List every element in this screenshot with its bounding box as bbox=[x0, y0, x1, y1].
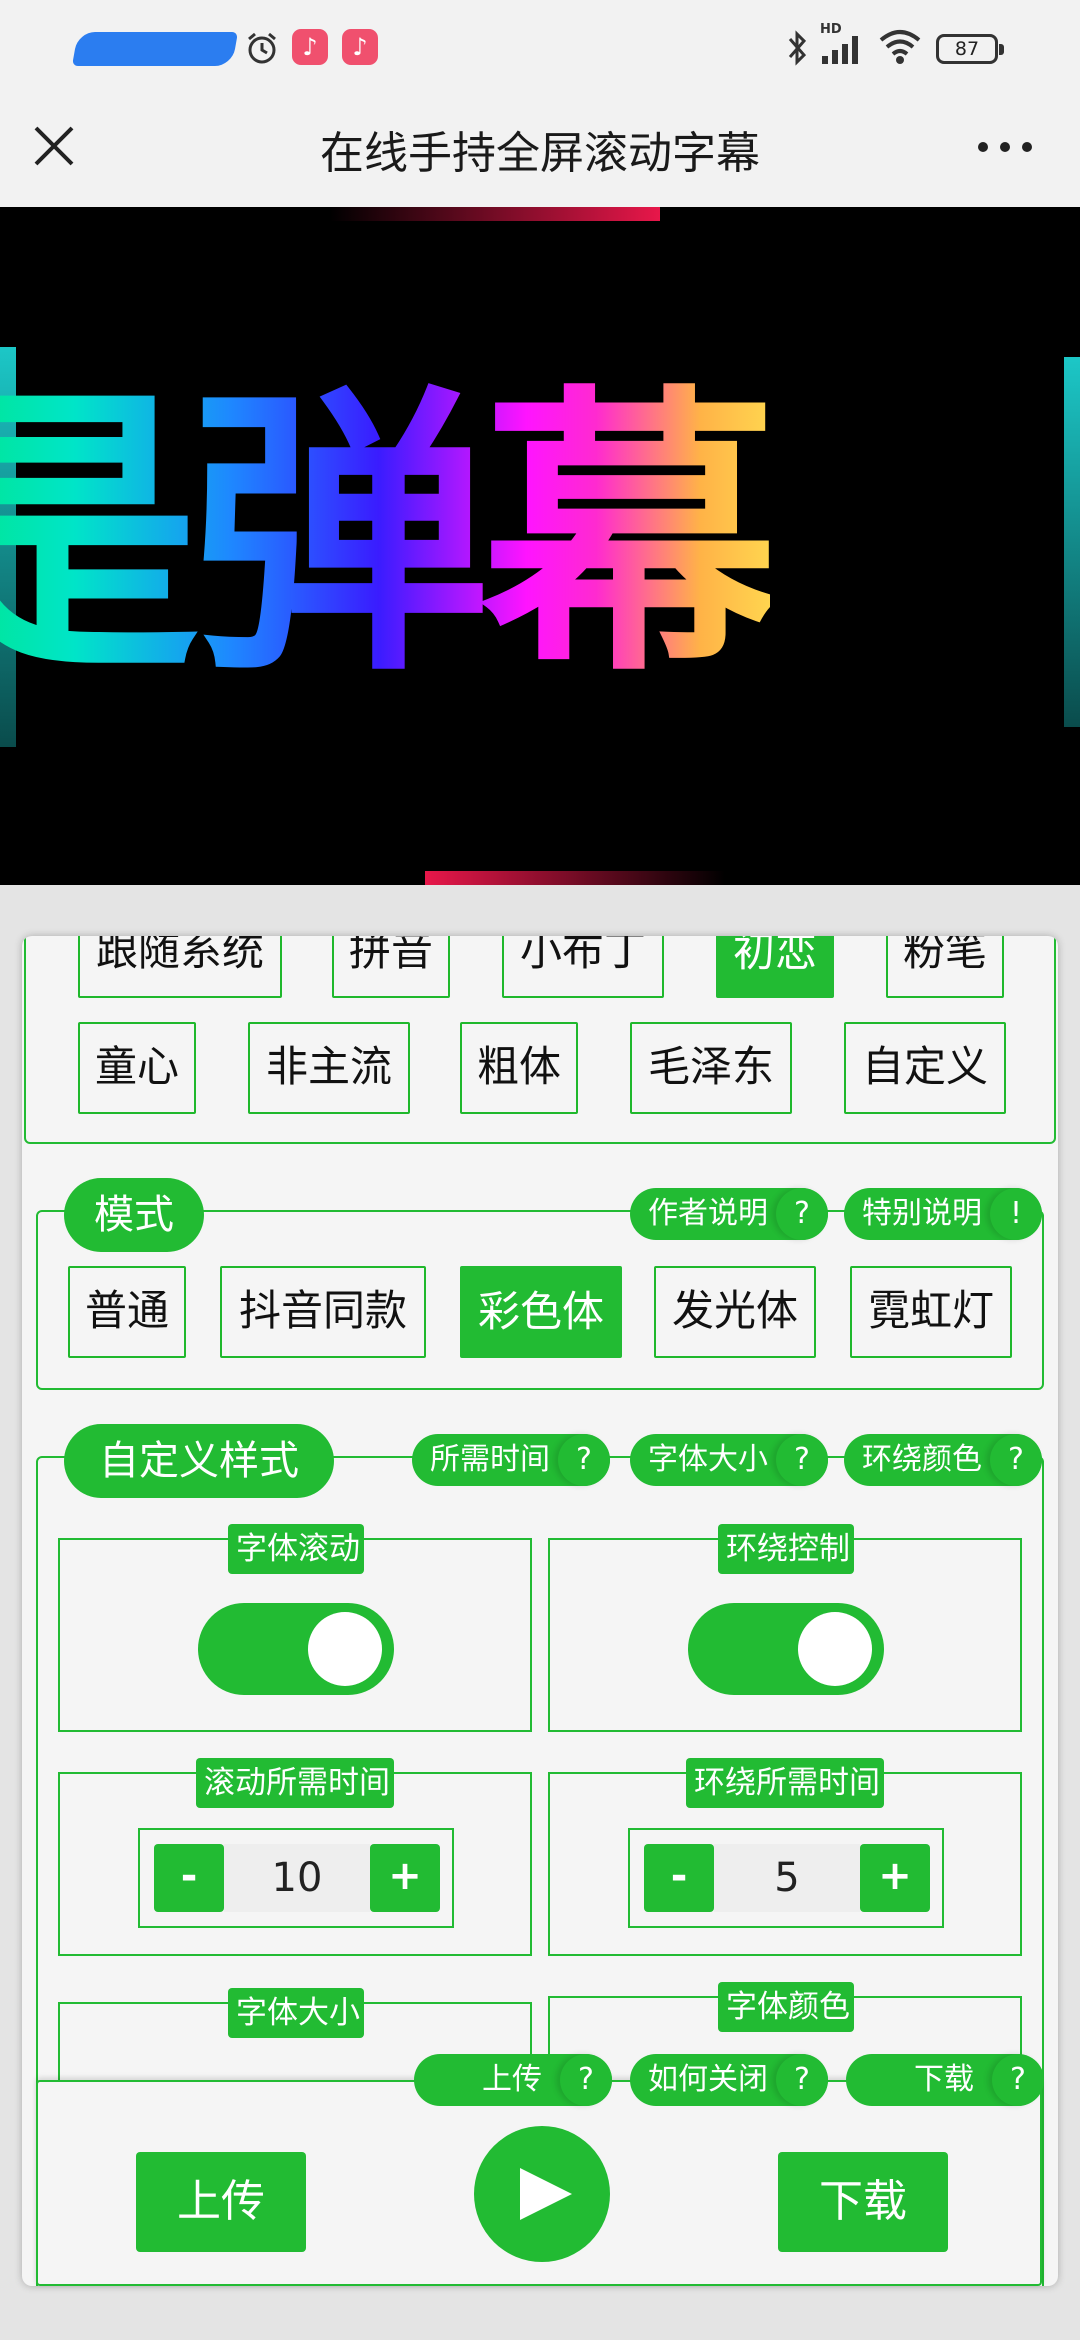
play-icon bbox=[520, 2168, 572, 2220]
question-icon: ? bbox=[560, 2054, 612, 2106]
subtitle-preview: 是弹幕 bbox=[0, 207, 1080, 885]
help-label: 下载 bbox=[914, 2062, 974, 2097]
font-option[interactable]: 毛泽东 bbox=[630, 1022, 792, 1114]
preview-glow-edge bbox=[1064, 357, 1080, 727]
battery-indicator: 87 bbox=[936, 34, 1004, 64]
author-note-button[interactable]: 作者说明 ? bbox=[630, 1188, 828, 1240]
time-help-button[interactable]: 所需时间 ? bbox=[412, 1434, 610, 1486]
upload-help-button[interactable]: 上传 ? bbox=[414, 2054, 612, 2106]
download-help-button[interactable]: 下载 ? bbox=[846, 2054, 1044, 2106]
font-option[interactable]: 非主流 bbox=[248, 1022, 410, 1114]
preview-accent-line bbox=[425, 871, 725, 885]
font-option[interactable]: 粉笔 bbox=[886, 936, 1004, 998]
tiktok-app-icon: ♪ bbox=[292, 29, 328, 65]
close-help-button[interactable]: 如何关闭 ? bbox=[630, 2054, 828, 2106]
wifi-icon bbox=[879, 30, 921, 64]
help-label: 上传 bbox=[482, 2062, 542, 2097]
mode-option[interactable]: 霓虹灯 bbox=[850, 1266, 1012, 1358]
mode-title: 模式 bbox=[64, 1178, 204, 1252]
scroll-time-label: 滚动所需时间 bbox=[196, 1758, 394, 1808]
increment-button[interactable]: + bbox=[370, 1844, 440, 1912]
alarm-clock-icon bbox=[248, 32, 276, 64]
tiktok-app-icon: ♪ bbox=[342, 29, 378, 65]
scroll-time-stepper: - 10 + bbox=[138, 1828, 454, 1928]
mode-option[interactable]: 发光体 bbox=[654, 1266, 816, 1358]
toggle-knob bbox=[798, 1612, 872, 1686]
decrement-button[interactable]: - bbox=[644, 1844, 714, 1912]
help-label: 作者说明 bbox=[648, 1196, 768, 1231]
scroll-toggle[interactable] bbox=[198, 1603, 394, 1695]
bluetooth-icon bbox=[788, 30, 807, 66]
font-size-label: 字体大小 bbox=[228, 1988, 364, 2038]
font-option[interactable]: 小布丁 bbox=[502, 936, 664, 998]
wrap-time-value[interactable]: 5 bbox=[714, 1844, 860, 1912]
question-icon: ? bbox=[990, 1434, 1042, 1486]
close-icon[interactable] bbox=[30, 122, 78, 170]
play-button[interactable] bbox=[474, 2126, 610, 2262]
wrap-toggle[interactable] bbox=[688, 1603, 884, 1695]
redacted-carrier-mark bbox=[72, 32, 238, 66]
upload-button[interactable]: 上传 bbox=[136, 2152, 306, 2252]
custom-style-title: 自定义样式 bbox=[64, 1424, 334, 1498]
special-note-button[interactable]: 特别说明 ! bbox=[844, 1188, 1042, 1240]
question-icon: ? bbox=[992, 2054, 1044, 2106]
font-option[interactable]: 粗体 bbox=[460, 1022, 578, 1114]
wrap-time-stepper: - 5 + bbox=[628, 1828, 944, 1928]
help-label: 所需时间 bbox=[430, 1442, 550, 1477]
question-icon: ? bbox=[776, 1188, 828, 1240]
mode-option-selected[interactable]: 彩色体 bbox=[460, 1266, 622, 1358]
font-color-label: 字体颜色 bbox=[718, 1982, 854, 2032]
font-option[interactable]: 童心 bbox=[78, 1022, 196, 1114]
wrap-toggle-label: 环绕控制 bbox=[718, 1524, 854, 1574]
exclamation-icon: ! bbox=[990, 1188, 1042, 1240]
scroll-time-value[interactable]: 10 bbox=[224, 1844, 370, 1912]
help-label: 特别说明 bbox=[862, 1196, 982, 1231]
preview-accent-line bbox=[330, 207, 660, 221]
more-options-icon[interactable] bbox=[975, 135, 1035, 159]
question-icon: ? bbox=[776, 2054, 828, 2106]
page-title: 在线手持全屏滚动字幕 bbox=[320, 128, 760, 179]
help-label: 环绕颜色 bbox=[862, 1442, 982, 1477]
wrap-time-label: 环绕所需时间 bbox=[686, 1758, 884, 1808]
signal-icon: HD bbox=[820, 22, 866, 66]
font-option[interactable]: 自定义 bbox=[844, 1022, 1006, 1114]
mode-option[interactable]: 抖音同款 bbox=[220, 1266, 426, 1358]
download-button[interactable]: 下载 bbox=[778, 2152, 948, 2252]
increment-button[interactable]: + bbox=[860, 1844, 930, 1912]
font-size-help-button[interactable]: 字体大小 ? bbox=[630, 1434, 828, 1486]
wrap-color-help-button[interactable]: 环绕颜色 ? bbox=[844, 1434, 1042, 1486]
scroll-toggle-label: 字体滚动 bbox=[228, 1524, 364, 1574]
font-option[interactable]: 拼音 bbox=[332, 936, 450, 998]
mode-option[interactable]: 普通 bbox=[68, 1266, 186, 1358]
font-option[interactable]: 跟随系统 bbox=[78, 936, 282, 998]
help-label: 如何关闭 bbox=[648, 2062, 768, 2097]
status-bar: ♪ ♪ HD 87 bbox=[0, 0, 1080, 95]
question-icon: ? bbox=[558, 1434, 610, 1486]
nav-bar: 在线手持全屏滚动字幕 bbox=[0, 95, 1080, 207]
font-option-selected[interactable]: 初恋 bbox=[716, 936, 834, 998]
decrement-button[interactable]: - bbox=[154, 1844, 224, 1912]
bottom-action-bar: 上传 ? 如何关闭 ? 下载 ? 上传 下载 bbox=[36, 2054, 1044, 2286]
question-icon: ? bbox=[776, 1434, 828, 1486]
help-label: 字体大小 bbox=[648, 1442, 768, 1477]
toggle-knob bbox=[308, 1612, 382, 1686]
scrolling-subtitle-text: 是弹幕 bbox=[0, 327, 780, 747]
